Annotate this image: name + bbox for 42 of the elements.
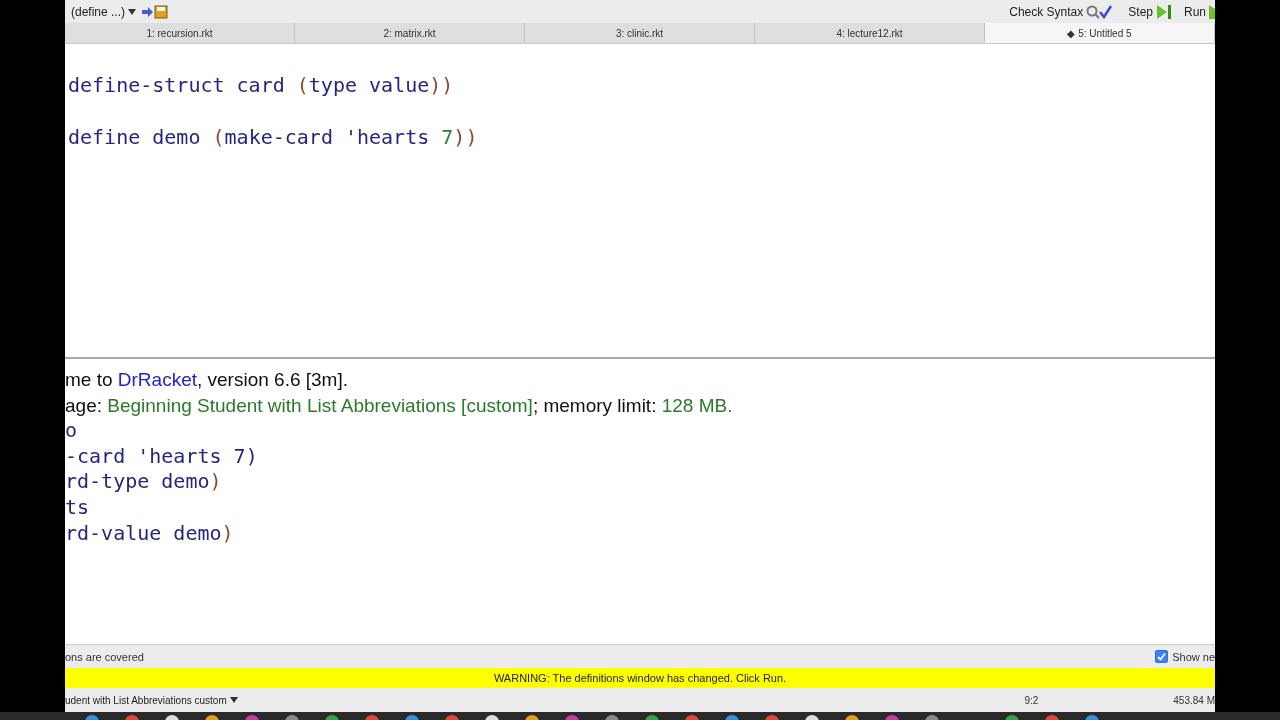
code-token: ts — [65, 494, 90, 519]
code-token: rd-value demo — [65, 520, 222, 545]
check-syntax-button[interactable]: Check Syntax — [1009, 4, 1113, 19]
run-button[interactable]: Run — [1184, 4, 1215, 19]
definitions-menu[interactable]: (define ...) — [71, 4, 137, 19]
memory-usage: 453.84 M — [1173, 694, 1215, 706]
checkbox-label: Show ne — [1172, 650, 1215, 663]
cursor-position: 9:2 — [1024, 694, 1039, 706]
code-token: make-card 'hearts — [224, 125, 431, 149]
file-tab[interactable]: ◆ 5: Untitled 5 — [985, 23, 1215, 43]
code-token: o — [65, 418, 78, 443]
code-token: Beginning Student with List Abbreviations [custom] — [107, 394, 533, 416]
magnifier-check-icon — [1086, 4, 1113, 19]
code-token: define-struct card — [68, 73, 286, 97]
code-token: -card 'hearts 7 — [65, 443, 246, 468]
code-token: type value — [308, 73, 430, 97]
code-token: , version 6.6 [3m]. — [197, 369, 348, 390]
checkbox[interactable] — [1155, 650, 1169, 663]
code-token: )) — [429, 73, 454, 97]
code-token: ) — [209, 469, 222, 494]
code-token: ; memory limit: — [532, 394, 658, 416]
step-button[interactable]: Step — [1128, 4, 1172, 19]
caret-icon — [229, 697, 238, 703]
step-icon — [1156, 4, 1172, 19]
code-token: age: — [65, 394, 103, 416]
caret-icon — [128, 8, 137, 15]
code-token: ( — [296, 73, 309, 97]
code-token: ( — [212, 125, 225, 149]
code-token: ) — [221, 520, 234, 545]
language-menu[interactable]: udent with List Abbreviations custom — [65, 694, 238, 706]
code-token: )) — [453, 125, 478, 149]
code-token: me to — [65, 369, 114, 390]
link[interactable]: DrRacket — [117, 369, 197, 390]
status-message: ons are covered — [65, 650, 144, 663]
code-token: rd-type demo — [65, 469, 210, 494]
save-icon[interactable] — [142, 4, 169, 19]
code-token: 128 MB. — [661, 394, 733, 416]
code-token: ) — [245, 443, 258, 468]
code-token: 7 — [441, 125, 454, 149]
code-token: define demo — [68, 125, 202, 149]
warning-banner: WARNING: The definitions window has changed. Click Run. — [65, 668, 1215, 688]
run-icon — [1209, 4, 1215, 19]
